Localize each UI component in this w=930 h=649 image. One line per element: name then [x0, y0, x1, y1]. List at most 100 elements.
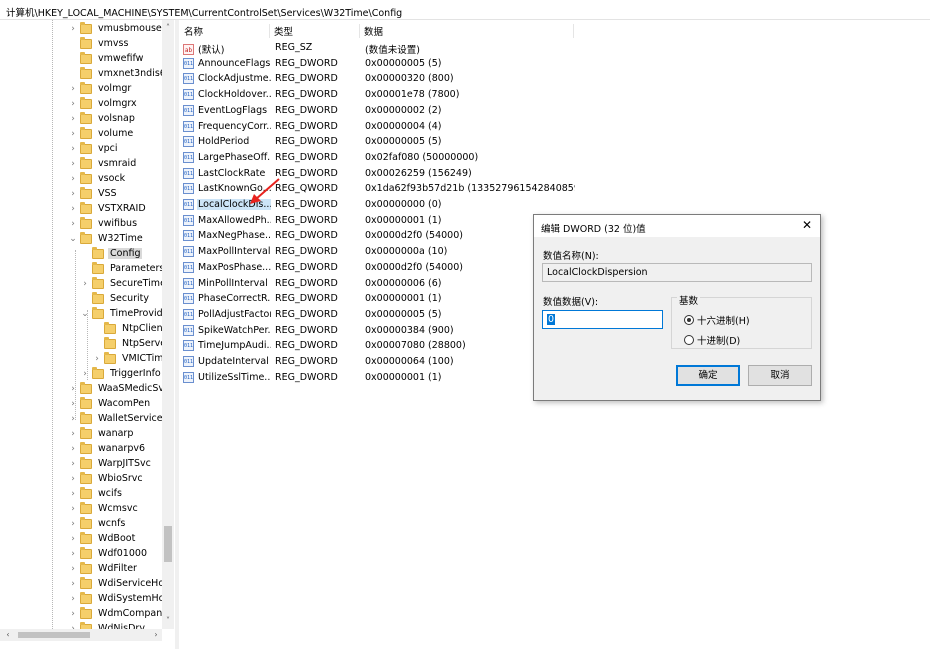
chevron-right-icon[interactable]: › [68, 219, 78, 229]
tree-item[interactable]: › Wdf01000 [68, 546, 149, 561]
tree-item[interactable]: › TriggerInfo [80, 366, 162, 381]
tree-item[interactable]: vmvss [68, 36, 130, 51]
list-item[interactable]: 011 HoldPeriod REG_DWORD 0x00000005 (5) [180, 134, 580, 149]
tree-item[interactable]: Security [80, 291, 151, 306]
address-bar[interactable]: 计算机\HKEY_LOCAL_MACHINE\SYSTEM\CurrentCon… [0, 0, 930, 20]
list-item[interactable]: 011 MaxNegPhase... REG_DWORD 0x0000d2f0 (54… [180, 228, 580, 243]
chevron-right-icon[interactable]: › [68, 519, 78, 529]
chevron-right-icon[interactable]: › [68, 174, 78, 184]
scroll-down-icon[interactable]: ˅ [162, 615, 174, 627]
tree-item[interactable]: › volmgrx [68, 96, 139, 111]
tree-item[interactable]: › Wcmsvc [68, 501, 140, 516]
chevron-right-icon[interactable]: › [68, 129, 78, 139]
list-item[interactable]: 011 LastKnownGo... REG_QWORD 0x1da62f93b57d… [180, 181, 580, 196]
list-item[interactable]: 011 MaxPosPhase... REG_DWORD 0x0000d2f0 (54… [180, 260, 580, 275]
tree-item[interactable]: Config [80, 246, 143, 261]
tree-item[interactable]: › volume [68, 126, 135, 141]
tree-item[interactable]: Parameters [80, 261, 162, 276]
tree-item[interactable]: › vsock [68, 171, 127, 186]
tree-item[interactable]: ⌄ W32Time [68, 231, 145, 246]
chevron-right-icon[interactable]: › [68, 204, 78, 214]
tree-item[interactable]: › WdBoot [68, 531, 137, 546]
chevron-right-icon[interactable]: › [68, 99, 78, 109]
scroll-thumb-horizontal[interactable] [18, 632, 90, 638]
list-item[interactable]: 011 AnnounceFlags REG_DWORD 0x00000005 (5) [180, 56, 580, 71]
chevron-right-icon[interactable]: › [68, 609, 78, 619]
chevron-right-icon[interactable]: › [68, 414, 78, 424]
list-item[interactable]: 011 ClockAdjustme... REG_DWORD 0x00000320 (… [180, 71, 580, 86]
chevron-right-icon[interactable]: › [68, 444, 78, 454]
chevron-down-icon[interactable]: ⌄ [80, 309, 90, 319]
tree-item[interactable]: › WdiServiceHost [68, 576, 162, 591]
chevron-right-icon[interactable]: › [68, 579, 78, 589]
scroll-left-icon[interactable]: ‹ [2, 629, 14, 641]
tree-item[interactable]: › WdNisDrv [68, 621, 147, 629]
chevron-right-icon[interactable]: › [68, 159, 78, 169]
chevron-right-icon[interactable]: › [68, 189, 78, 199]
value-name-field[interactable]: LocalClockDispersion [542, 263, 812, 282]
tree-item[interactable]: › WdiSystemHost [68, 591, 162, 606]
tree-item[interactable]: › wcifs [68, 486, 124, 501]
list-item[interactable]: 011 TimeJumpAudi... REG_DWORD 0x00007080 (2… [180, 338, 580, 353]
chevron-right-icon[interactable]: › [68, 114, 78, 124]
list-item[interactable]: ab (默认) REG_SZ (数值未设置) [180, 40, 580, 56]
tree-item[interactable]: › SecureTimeLi [80, 276, 162, 291]
scroll-up-icon[interactable]: ˄ [162, 22, 174, 34]
tree-vertical-scrollbar[interactable]: ˄ ˅ [162, 20, 174, 629]
list-item[interactable]: 011 MinPollInterval REG_DWORD 0x00000006 (6… [180, 276, 580, 291]
tree-item[interactable]: › VSTXRAID [68, 201, 148, 216]
scroll-right-icon[interactable]: › [150, 629, 162, 641]
chevron-right-icon[interactable]: › [68, 534, 78, 544]
chevron-right-icon[interactable]: › [68, 549, 78, 559]
tree-item[interactable]: NtpServer [92, 336, 162, 351]
tree-item[interactable]: › vwifibus [68, 216, 139, 231]
tree-item[interactable]: › volmgr [68, 81, 133, 96]
chevron-right-icon[interactable]: › [68, 489, 78, 499]
tree-item[interactable]: › WalletService [68, 411, 162, 426]
ok-button[interactable]: 确定 [676, 365, 740, 386]
tree-item[interactable]: › WdFilter [68, 561, 139, 576]
chevron-right-icon[interactable]: › [68, 474, 78, 484]
tree-item[interactable]: NtpClient [92, 321, 162, 336]
list-item[interactable]: 011 ClockHoldover... REG_DWORD 0x00001e78 (… [180, 87, 580, 102]
chevron-right-icon[interactable]: › [80, 369, 90, 379]
tree-item[interactable]: › wcnfs [68, 516, 127, 531]
tree-item[interactable]: › vmusbmouse [68, 21, 162, 36]
chevron-right-icon[interactable]: › [68, 564, 78, 574]
column-header-data[interactable]: 数据 [360, 24, 574, 38]
list-item[interactable]: 011 LargePhaseOff... REG_DWORD 0x02faf080 (… [180, 150, 580, 165]
tree-item[interactable]: ⌄ TimeProvider [80, 306, 162, 321]
list-item[interactable]: 011 FrequencyCorr... REG_DWORD 0x00000004 (… [180, 119, 580, 134]
chevron-right-icon[interactable]: › [68, 84, 78, 94]
hex-radio[interactable]: 十六进制(H) [684, 313, 750, 327]
value-data-input[interactable]: 0 [542, 310, 663, 329]
dialog-titlebar[interactable]: 编辑 DWORD (32 位)值 ✕ [534, 215, 820, 237]
chevron-right-icon[interactable]: › [68, 384, 78, 394]
chevron-down-icon[interactable]: ⌄ [68, 234, 78, 244]
pane-splitter[interactable] [175, 20, 179, 649]
list-item[interactable]: 011 PhaseCorrectR... REG_DWORD 0x00000001 (… [180, 291, 580, 306]
tree-horizontal-scrollbar[interactable]: ‹ › [0, 629, 162, 641]
tree-item[interactable]: › WaaSMedicSvc [68, 381, 162, 396]
tree-item[interactable]: › VSS [68, 186, 119, 201]
column-header-type[interactable]: 类型 [270, 24, 360, 38]
list-item[interactable]: 011 UtilizeSslTime... REG_DWORD 0x00000001 … [180, 370, 580, 385]
tree-item[interactable]: › wanarpv6 [68, 441, 147, 456]
list-item[interactable]: 011 UpdateInterval REG_DWORD 0x00000064 (10… [180, 354, 580, 369]
chevron-right-icon[interactable]: › [68, 459, 78, 469]
list-item[interactable]: 011 LocalClockDis... REG_DWORD 0x00000000 (… [180, 197, 580, 212]
tree-item[interactable]: vmwefifw [68, 51, 145, 66]
list-item[interactable]: 011 MaxAllowedPh... REG_DWORD 0x00000001 (1… [180, 213, 580, 228]
list-item[interactable]: 011 MaxPollInterval REG_DWORD 0x0000000a (1… [180, 244, 580, 259]
close-icon[interactable]: ✕ [800, 218, 814, 232]
tree-item[interactable]: › WarpJITSvc [68, 456, 153, 471]
tree-item[interactable]: vmxnet3ndis6 [68, 66, 162, 81]
tree-item[interactable]: › WacomPen [68, 396, 152, 411]
tree-item[interactable]: › VMICTime [92, 351, 162, 366]
chevron-right-icon[interactable]: › [68, 504, 78, 514]
chevron-right-icon[interactable]: › [92, 354, 102, 364]
tree-item[interactable]: › vsmraid [68, 156, 138, 171]
tree-item[interactable]: › vpci [68, 141, 120, 156]
list-item[interactable]: 011 PollAdjustFactor REG_DWORD 0x00000005 (… [180, 307, 580, 322]
tree-item[interactable]: › WbioSrvc [68, 471, 145, 486]
